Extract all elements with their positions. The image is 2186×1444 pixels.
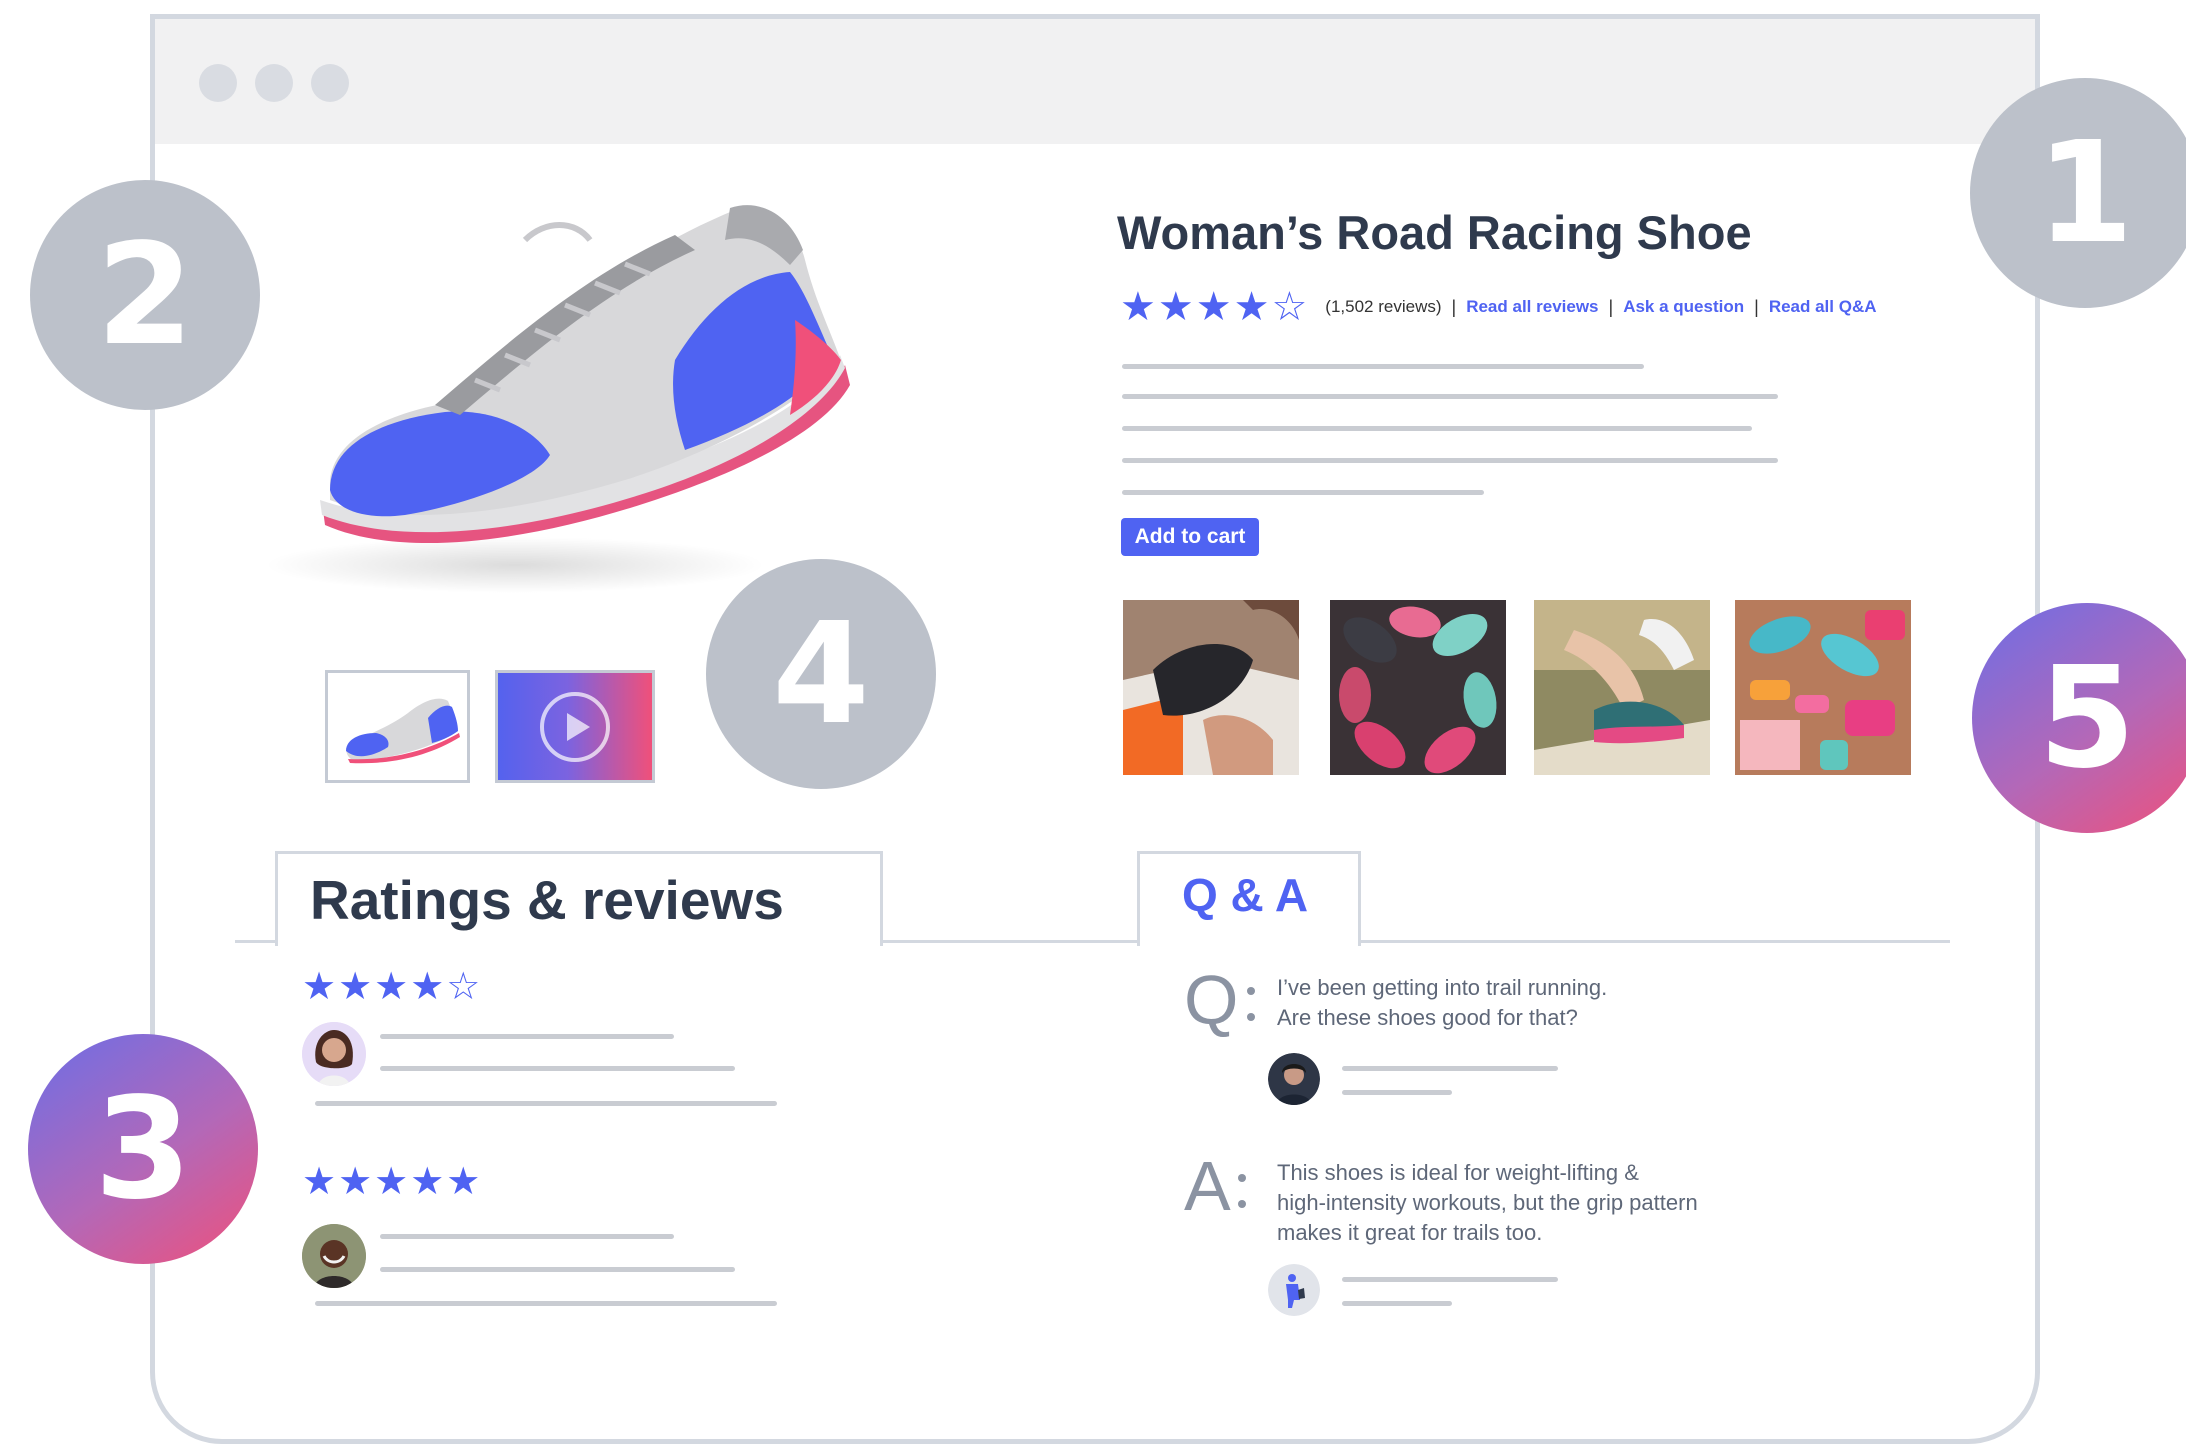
product-title: Woman’s Road Racing Shoe <box>1117 206 1752 259</box>
colon-icon <box>1247 987 1255 1021</box>
description-placeholder <box>1122 458 1778 463</box>
product-main-image <box>265 205 850 593</box>
review-text-placeholder <box>380 1234 674 1239</box>
asker-avatar <box>1268 1053 1320 1105</box>
man-avatar-icon <box>302 1224 366 1288</box>
answer-line: high-intensity workouts, but the grip pa… <box>1277 1190 1698 1215</box>
reviewer-avatar <box>302 1022 366 1086</box>
tab-ratings-reviews-label[interactable]: Ratings & reviews <box>310 868 784 932</box>
answer-line: makes it great for trails too. <box>1277 1220 1543 1245</box>
tying-laces-photo <box>1534 600 1710 775</box>
person-avatar-icon <box>1268 1053 1320 1105</box>
shoe-thumbnail-image <box>346 698 460 764</box>
description-placeholder <box>1122 426 1752 431</box>
review-stars: ★★★★★ <box>302 1159 483 1203</box>
answer-meta-placeholder <box>1342 1301 1452 1306</box>
badge-5: 5 <box>1972 603 2186 833</box>
tab-qa-label[interactable]: Q & A <box>1182 868 1308 922</box>
description-placeholder <box>1122 394 1778 399</box>
read-all-reviews-link[interactable]: Read all reviews <box>1466 297 1598 317</box>
badge-4: 4 <box>706 559 936 789</box>
add-to-cart-button[interactable]: Add to cart <box>1121 518 1259 556</box>
customer-photo[interactable] <box>1735 600 1911 775</box>
badge-1: 1 <box>1970 78 2186 308</box>
woman-avatar-icon <box>302 1022 366 1086</box>
badge-2: 2 <box>30 180 260 410</box>
brand-avatar-icon <box>1268 1264 1320 1316</box>
separator: | <box>1451 296 1457 317</box>
review-stars: ★★★★☆ <box>302 964 483 1008</box>
customer-photo[interactable] <box>1330 600 1506 775</box>
review-count: (1,502 reviews) <box>1325 297 1442 316</box>
colon-icon <box>1238 1174 1246 1208</box>
question-line: Are these shoes good for that? <box>1277 1005 1578 1030</box>
shoes-circle-photo <box>1330 600 1506 775</box>
reviewer-avatar <box>302 1224 366 1288</box>
window-dot-icon[interactable] <box>255 64 293 102</box>
review-text-placeholder <box>315 1101 777 1106</box>
gym-gear-photo <box>1735 600 1911 775</box>
window-dot-icon[interactable] <box>199 64 237 102</box>
badge-3: 3 <box>28 1034 258 1264</box>
question-text: I’ve been getting into trail running. Ar… <box>1277 973 1607 1033</box>
play-icon[interactable] <box>538 690 612 764</box>
separator: | <box>1608 296 1614 317</box>
answer-meta-placeholder <box>1342 1090 1452 1095</box>
rating-stars: ★★★★☆ <box>1120 284 1310 330</box>
review-text-placeholder <box>315 1301 777 1306</box>
answer-meta-placeholder <box>1342 1277 1558 1282</box>
window-dot-icon[interactable] <box>311 64 349 102</box>
ask-question-link[interactable]: Ask a question <box>1623 297 1744 317</box>
description-placeholder <box>1122 364 1644 369</box>
description-placeholder <box>1122 490 1484 495</box>
answer-text: This shoes is ideal for weight-lifting &… <box>1277 1158 1698 1248</box>
answer-line: This shoes is ideal for weight-lifting & <box>1277 1160 1639 1185</box>
answer-letter: A <box>1184 1147 1231 1225</box>
question-line: I’ve been getting into trail running. <box>1277 975 1608 1000</box>
answer-meta-placeholder <box>1342 1066 1558 1071</box>
review-text-placeholder <box>380 1034 674 1039</box>
review-text-placeholder <box>380 1066 735 1071</box>
separator: | <box>1754 296 1759 317</box>
read-all-qa-link[interactable]: Read all Q&A <box>1769 297 1877 317</box>
review-text-placeholder <box>380 1267 735 1272</box>
thumbnail-video[interactable] <box>495 670 655 783</box>
shoe-box-photo <box>1123 600 1299 775</box>
window-titlebar <box>155 19 2035 144</box>
rating-row: ★★★★☆ (1,502 reviews) | Read all reviews… <box>1120 282 1877 332</box>
customer-photo[interactable] <box>1534 600 1710 775</box>
question-letter: Q <box>1184 961 1239 1039</box>
thumbnail-shoe[interactable] <box>325 670 470 783</box>
customer-photo[interactable] <box>1123 600 1299 775</box>
answerer-avatar <box>1268 1264 1320 1316</box>
